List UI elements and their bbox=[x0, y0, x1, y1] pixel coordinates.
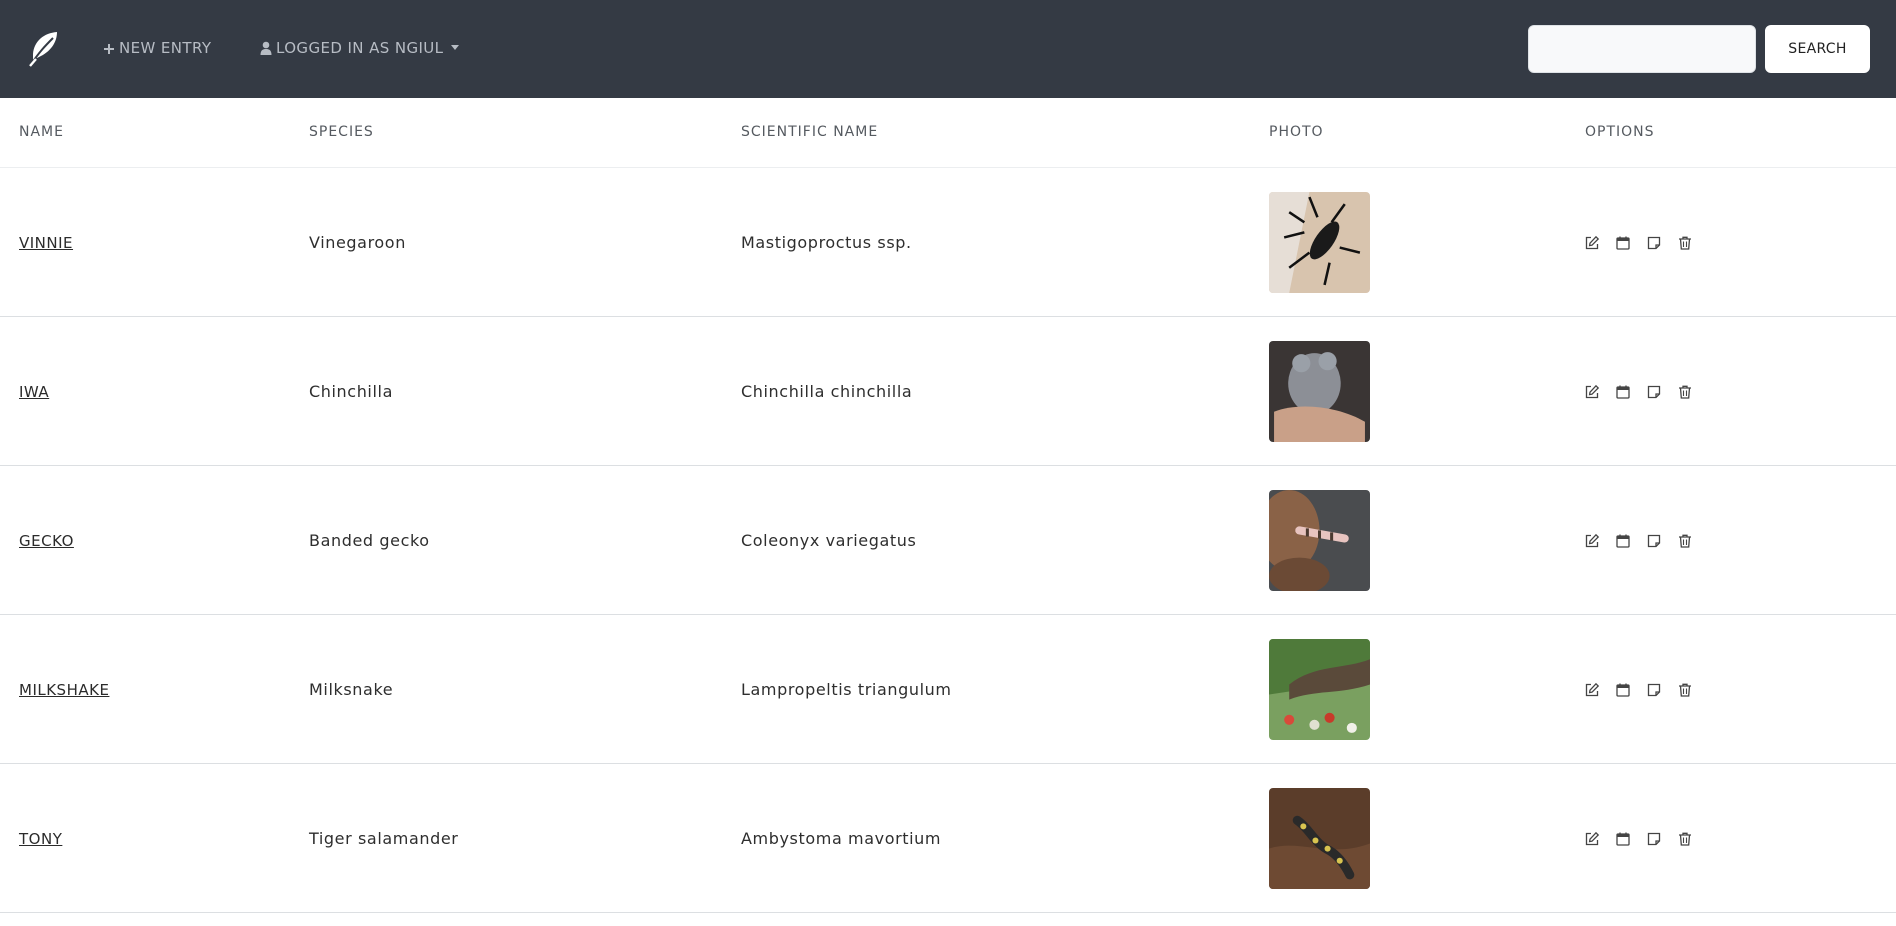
note-icon[interactable] bbox=[1644, 829, 1664, 849]
pet-photo[interactable] bbox=[1269, 490, 1370, 591]
scientific-name-cell: Chinchilla chinchilla bbox=[741, 382, 913, 401]
row-options bbox=[1582, 764, 1706, 913]
search-button[interactable]: SEARCH bbox=[1765, 25, 1870, 73]
user-menu[interactable]: LOGGED IN AS NGIUL bbox=[260, 38, 460, 60]
note-icon[interactable] bbox=[1644, 531, 1664, 551]
header-scientific-name: SCIENTIFIC NAME bbox=[741, 124, 879, 140]
pet-name-link[interactable]: VINNIE bbox=[19, 234, 73, 252]
person-icon bbox=[260, 40, 272, 60]
edit-icon[interactable] bbox=[1582, 680, 1602, 700]
header-options: OPTIONS bbox=[1585, 124, 1655, 140]
chevron-down-icon bbox=[451, 45, 460, 50]
table-row: VINNIE Vinegaroon Mastigoproctus ssp. bbox=[0, 168, 1896, 317]
scientific-name-cell: Mastigoproctus ssp. bbox=[741, 233, 912, 252]
pet-name-link[interactable]: IWA bbox=[19, 383, 49, 401]
note-icon[interactable] bbox=[1644, 233, 1664, 253]
user-menu-label: LOGGED IN AS NGIUL bbox=[276, 39, 444, 57]
pet-photo[interactable] bbox=[1269, 341, 1370, 442]
header-photo: PHOTO bbox=[1269, 124, 1324, 140]
table-row: IWA Chinchilla Chinchilla chinchilla bbox=[0, 317, 1896, 466]
plus-icon bbox=[103, 40, 115, 60]
pets-table: NAME SPECIES SCIENTIFIC NAME PHOTO OPTIO… bbox=[0, 98, 1896, 913]
table-row: MILKSHAKE Milksnake Lampropeltis triangu… bbox=[0, 615, 1896, 764]
header-name: NAME bbox=[19, 124, 64, 140]
pet-name-link[interactable]: TONY bbox=[19, 830, 62, 848]
table-row: GECKO Banded gecko Coleonyx variegatus bbox=[0, 466, 1896, 615]
edit-icon[interactable] bbox=[1582, 531, 1602, 551]
new-entry-link[interactable]: NEW ENTRY bbox=[103, 38, 211, 60]
edit-icon[interactable] bbox=[1582, 382, 1602, 402]
species-cell: Banded gecko bbox=[309, 531, 430, 550]
row-options bbox=[1582, 466, 1706, 615]
calendar-icon[interactable] bbox=[1613, 382, 1633, 402]
species-cell: Vinegaroon bbox=[309, 233, 406, 252]
trash-icon[interactable] bbox=[1675, 680, 1695, 700]
trash-icon[interactable] bbox=[1675, 382, 1695, 402]
note-icon[interactable] bbox=[1644, 680, 1664, 700]
row-options bbox=[1582, 317, 1706, 466]
note-icon[interactable] bbox=[1644, 382, 1664, 402]
trash-icon[interactable] bbox=[1675, 233, 1695, 253]
calendar-icon[interactable] bbox=[1613, 531, 1633, 551]
feather-icon[interactable] bbox=[26, 30, 60, 68]
trash-icon[interactable] bbox=[1675, 829, 1695, 849]
scientific-name-cell: Lampropeltis triangulum bbox=[741, 680, 952, 699]
header-species: SPECIES bbox=[309, 124, 374, 140]
species-cell: Tiger salamander bbox=[309, 829, 459, 848]
trash-icon[interactable] bbox=[1675, 531, 1695, 551]
edit-icon[interactable] bbox=[1582, 233, 1602, 253]
calendar-icon[interactable] bbox=[1613, 680, 1633, 700]
scientific-name-cell: Coleonyx variegatus bbox=[741, 531, 917, 550]
species-cell: Chinchilla bbox=[309, 382, 393, 401]
scientific-name-cell: Ambystoma mavortium bbox=[741, 829, 942, 848]
table-header: NAME SPECIES SCIENTIFIC NAME PHOTO OPTIO… bbox=[0, 98, 1896, 168]
row-options bbox=[1582, 615, 1706, 764]
navbar: NEW ENTRY LOGGED IN AS NGIUL SEARCH bbox=[0, 0, 1896, 98]
table-row: TONY Tiger salamander Ambystoma mavortiu… bbox=[0, 764, 1896, 913]
edit-icon[interactable] bbox=[1582, 829, 1602, 849]
new-entry-label: NEW ENTRY bbox=[119, 39, 212, 57]
pet-name-link[interactable]: GECKO bbox=[19, 532, 74, 550]
species-cell: Milksnake bbox=[309, 680, 394, 699]
search-input[interactable] bbox=[1528, 25, 1756, 73]
pet-name-link[interactable]: MILKSHAKE bbox=[19, 681, 109, 699]
calendar-icon[interactable] bbox=[1613, 829, 1633, 849]
pet-photo[interactable] bbox=[1269, 788, 1370, 889]
calendar-icon[interactable] bbox=[1613, 233, 1633, 253]
pet-photo[interactable] bbox=[1269, 639, 1370, 740]
pet-photo[interactable] bbox=[1269, 192, 1370, 293]
row-options bbox=[1582, 168, 1706, 317]
